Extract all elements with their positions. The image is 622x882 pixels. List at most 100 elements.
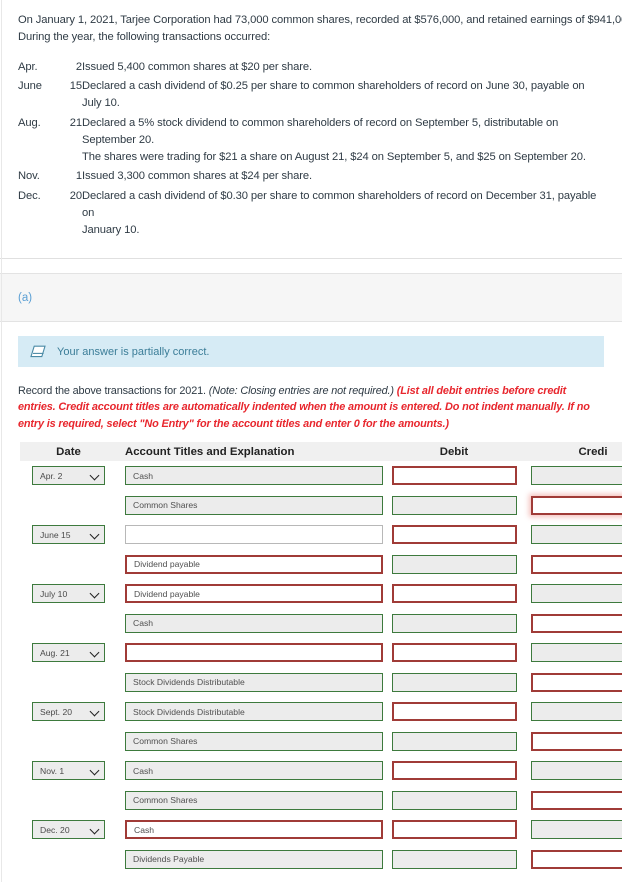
transaction-description-line: Issued 3,300 common shares at $24 per sh… xyxy=(82,168,604,185)
debit-cell xyxy=(385,496,523,515)
date-select-value: Apr. 2 xyxy=(40,471,90,481)
account-title-input[interactable] xyxy=(125,643,383,662)
debit-amount-input[interactable] xyxy=(392,584,517,603)
debit-amount-input[interactable] xyxy=(392,702,517,721)
section-header: (a) xyxy=(0,273,622,322)
account-title-input[interactable]: Common Shares xyxy=(125,496,383,515)
debit-cell xyxy=(385,643,523,662)
column-header-date: Date xyxy=(20,446,117,458)
credit-amount-input[interactable] xyxy=(531,466,622,485)
debit-amount-input[interactable] xyxy=(392,820,517,839)
credit-cell xyxy=(523,732,622,751)
account-cell: Cash xyxy=(117,466,385,485)
transaction-description-line: Declared a cash dividend of $0.25 per sh… xyxy=(82,78,604,112)
debit-amount-input[interactable] xyxy=(392,791,517,810)
account-title-input[interactable]: Cash xyxy=(125,761,383,780)
date-cell: Aug. 21 xyxy=(20,643,117,662)
date-select[interactable]: Aug. 21 xyxy=(32,643,105,662)
debit-cell xyxy=(385,791,523,810)
credit-cell xyxy=(523,702,622,721)
credit-amount-input[interactable] xyxy=(531,732,622,751)
chevron-down-icon xyxy=(90,530,99,539)
credit-amount-input[interactable] xyxy=(531,643,622,662)
debit-amount-input[interactable] xyxy=(392,496,517,515)
journal-row: Dividends Payable xyxy=(20,845,622,875)
credit-amount-input[interactable] xyxy=(531,584,622,603)
transaction-month: Dec. xyxy=(18,187,52,240)
date-select-value: Dec. 20 xyxy=(40,825,90,835)
debit-cell xyxy=(385,761,523,780)
answer-status-text: Your answer is partially correct. xyxy=(57,346,209,358)
credit-cell xyxy=(523,555,622,574)
date-select[interactable]: Apr. 2 xyxy=(32,466,105,485)
journal-header-row: Date Account Titles and Explanation Debi… xyxy=(20,442,622,461)
date-select-value: Sept. 20 xyxy=(40,707,90,717)
journal-row: Dec. 20 Cash xyxy=(20,815,622,845)
debit-amount-input[interactable] xyxy=(392,643,517,662)
transaction-row: Dec.20Declared a cash dividend of $0.30 … xyxy=(18,187,604,240)
credit-amount-input[interactable] xyxy=(531,496,622,515)
date-cell xyxy=(20,496,117,515)
credit-amount-input[interactable] xyxy=(531,850,622,869)
account-title-input[interactable]: Stock Dividends Distributable xyxy=(125,673,383,692)
account-cell: Common Shares xyxy=(117,496,385,515)
debit-amount-input[interactable] xyxy=(392,555,517,574)
account-cell xyxy=(117,643,385,662)
debit-amount-input[interactable] xyxy=(392,761,517,780)
account-title-input[interactable]: Dividend payable xyxy=(125,555,383,574)
credit-amount-input[interactable] xyxy=(531,761,622,780)
credit-amount-input[interactable] xyxy=(531,820,622,839)
transaction-row: Apr.2Issued 5,400 common shares at $20 p… xyxy=(18,57,604,77)
transaction-description: Issued 3,300 common shares at $24 per sh… xyxy=(82,167,604,187)
account-cell: Cash xyxy=(117,761,385,780)
debit-amount-input[interactable] xyxy=(392,614,517,633)
credit-amount-input[interactable] xyxy=(531,702,622,721)
account-title-input[interactable]: Cash xyxy=(125,820,383,839)
transaction-description-line: Declared a 5% stock dividend to common s… xyxy=(82,115,604,149)
credit-cell xyxy=(523,614,622,633)
date-select-value: July 10 xyxy=(40,589,90,599)
debit-amount-input[interactable] xyxy=(392,850,517,869)
credit-amount-input[interactable] xyxy=(531,614,622,633)
debit-cell xyxy=(385,466,523,485)
column-header-account: Account Titles and Explanation xyxy=(117,446,385,458)
transaction-description: Declared a cash dividend of $0.30 per sh… xyxy=(82,187,604,240)
date-select[interactable]: June 15 xyxy=(32,525,105,544)
credit-amount-input[interactable] xyxy=(531,673,622,692)
intro-line-2: During the year, the following transacti… xyxy=(18,29,604,46)
exercise-page: On January 1, 2021, Tarjee Corporation h… xyxy=(0,0,622,882)
account-title-input[interactable]: Common Shares xyxy=(125,791,383,810)
credit-cell xyxy=(523,643,622,662)
debit-amount-input[interactable] xyxy=(392,466,517,485)
credit-amount-input[interactable] xyxy=(531,525,622,544)
credit-amount-input[interactable] xyxy=(531,791,622,810)
eraser-icon xyxy=(30,345,46,358)
account-title-input[interactable]: Dividends Payable xyxy=(125,850,383,869)
intro-line-1: On January 1, 2021, Tarjee Corporation h… xyxy=(18,12,604,29)
journal-row: Sept. 20 Stock Dividends Distributable xyxy=(20,697,622,727)
transaction-day: 1 xyxy=(52,167,82,187)
credit-cell xyxy=(523,791,622,810)
chevron-down-icon xyxy=(90,471,99,480)
account-title-input[interactable] xyxy=(125,525,383,544)
account-title-input[interactable]: Dividend payable xyxy=(125,584,383,603)
credit-amount-input[interactable] xyxy=(531,555,622,574)
debit-amount-input[interactable] xyxy=(392,525,517,544)
debit-amount-input[interactable] xyxy=(392,673,517,692)
date-select[interactable]: Nov. 1 xyxy=(32,761,105,780)
date-select[interactable]: Sept. 20 xyxy=(32,702,105,721)
chevron-down-icon xyxy=(90,766,99,775)
date-cell: Sept. 20 xyxy=(20,702,117,721)
account-title-input[interactable]: Cash xyxy=(125,466,383,485)
journal-rows-container: Apr. 2 Cash Common Shares June 15 Dividend p… xyxy=(20,461,622,874)
date-select[interactable]: July 10 xyxy=(32,584,105,603)
date-select-value: Aug. 21 xyxy=(40,648,90,658)
account-title-input[interactable]: Stock Dividends Distributable xyxy=(125,702,383,721)
date-select[interactable]: Dec. 20 xyxy=(32,820,105,839)
date-cell: June 15 xyxy=(20,525,117,544)
account-title-input[interactable]: Cash xyxy=(125,614,383,633)
account-cell: Cash xyxy=(117,820,385,839)
debit-cell xyxy=(385,850,523,869)
debit-amount-input[interactable] xyxy=(392,732,517,751)
account-title-input[interactable]: Common Shares xyxy=(125,732,383,751)
